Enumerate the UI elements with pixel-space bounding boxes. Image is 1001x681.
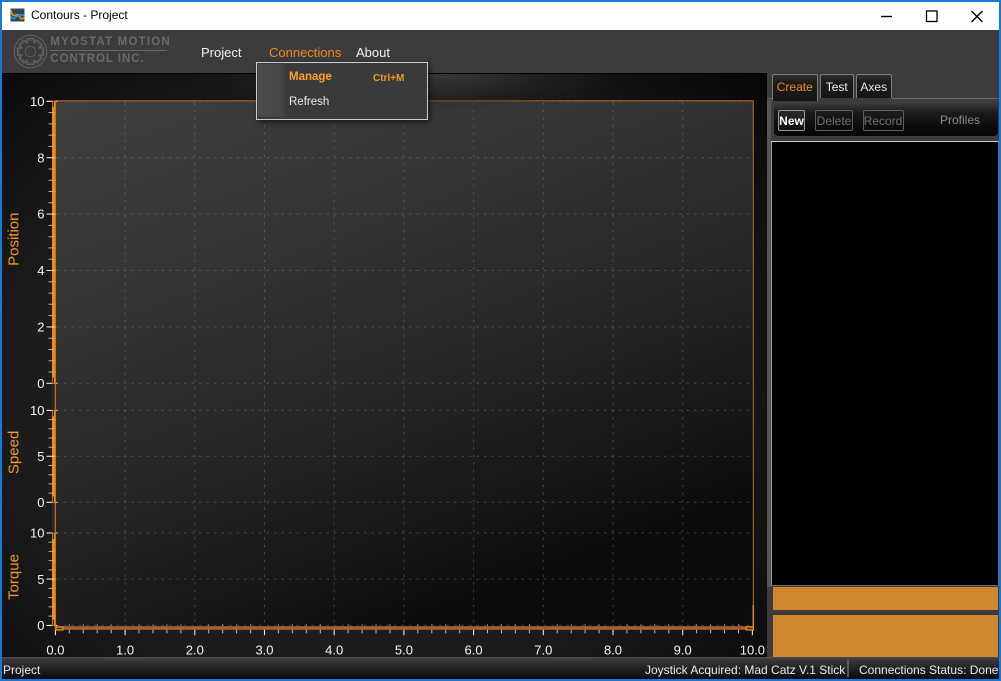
svg-text:7.0: 7.0: [534, 643, 552, 658]
svg-text:1.0: 1.0: [116, 643, 134, 658]
svg-text:10.0: 10.0: [740, 643, 765, 658]
svg-text:0: 0: [37, 495, 44, 510]
svg-text:Speed: Speed: [6, 431, 23, 474]
svg-text:5: 5: [37, 449, 44, 464]
svg-text:5.0: 5.0: [395, 643, 413, 658]
svg-text:2.0: 2.0: [186, 643, 204, 658]
svg-text:6.0: 6.0: [465, 643, 483, 658]
svg-text:Position: Position: [6, 213, 23, 266]
svg-text:Torque: Torque: [6, 554, 23, 600]
svg-text:9.0: 9.0: [674, 643, 692, 658]
svg-text:10: 10: [30, 403, 44, 418]
svg-text:8: 8: [37, 150, 44, 165]
svg-text:0.0: 0.0: [46, 643, 64, 658]
svg-text:8.0: 8.0: [604, 643, 622, 658]
svg-text:5: 5: [37, 572, 44, 587]
svg-text:6: 6: [37, 207, 44, 222]
svg-text:3.0: 3.0: [255, 643, 273, 658]
svg-text:4.0: 4.0: [325, 643, 343, 658]
svg-text:0: 0: [37, 376, 44, 391]
svg-text:2: 2: [37, 320, 44, 335]
svg-text:0: 0: [37, 618, 44, 633]
svg-text:4: 4: [37, 263, 44, 278]
svg-text:10: 10: [30, 526, 44, 541]
